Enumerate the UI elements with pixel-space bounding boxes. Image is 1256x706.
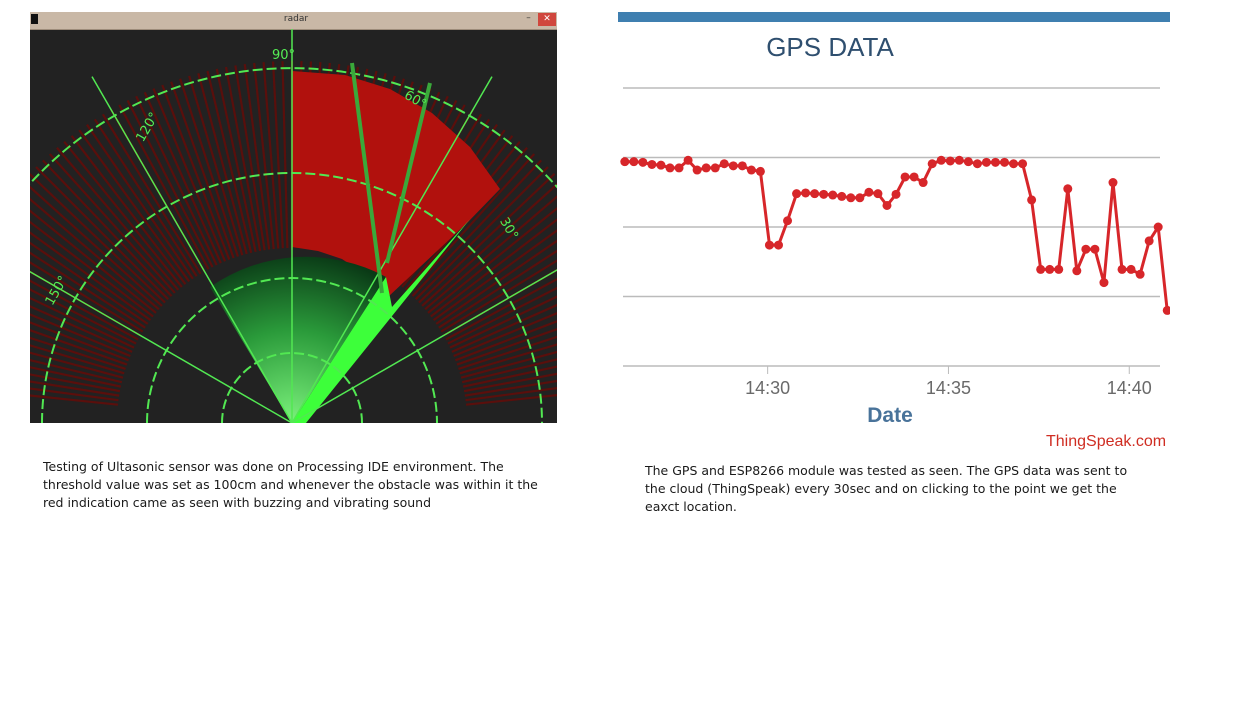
gps-data-point[interactable]	[918, 178, 928, 188]
gps-data-point[interactable]	[1099, 278, 1109, 288]
gps-data-point[interactable]	[1045, 264, 1055, 274]
radar-display: 90° 60° 30° 120° 150°	[30, 29, 557, 423]
gps-data-point[interactable]	[972, 159, 982, 169]
gps-data-point[interactable]	[846, 193, 856, 203]
gps-data-point[interactable]	[719, 159, 729, 169]
gps-data-point[interactable]	[810, 189, 820, 199]
gps-data-point[interactable]	[629, 157, 639, 167]
gps-data-point[interactable]	[1144, 236, 1154, 246]
gps-data-point[interactable]	[656, 160, 666, 170]
gps-data-point[interactable]	[683, 155, 693, 165]
gps-data-point[interactable]	[936, 155, 946, 165]
gps-data-point[interactable]	[728, 161, 738, 171]
x-axis-title: Date	[867, 404, 913, 427]
gps-data-point[interactable]	[954, 155, 964, 165]
gps-data-point[interactable]	[746, 165, 756, 175]
gps-data-point[interactable]	[1081, 244, 1091, 254]
gps-data-point[interactable]	[710, 163, 720, 173]
chart-gridlines	[623, 87, 1160, 367]
gps-data-point[interactable]	[900, 172, 910, 182]
angle-label-90: 90°	[272, 48, 295, 63]
gps-data-point[interactable]	[1054, 264, 1064, 274]
window-titlebar[interactable]: radar – ✕	[30, 12, 557, 30]
gps-data-point[interactable]	[764, 240, 774, 250]
gps-data-point[interactable]	[792, 189, 802, 199]
minimize-button[interactable]: –	[524, 14, 533, 24]
gps-data-point[interactable]	[1126, 264, 1136, 274]
gps-data-point[interactable]	[701, 163, 711, 173]
gps-data-point[interactable]	[855, 193, 865, 203]
gps-data-point[interactable]	[1009, 159, 1019, 169]
gps-data-point[interactable]	[963, 157, 973, 167]
gps-data-point[interactable]	[1117, 264, 1127, 274]
gps-data-point[interactable]	[755, 166, 765, 176]
gps-data-point[interactable]	[1153, 222, 1163, 232]
gps-data-point[interactable]	[1135, 269, 1145, 279]
gps-data-point[interactable]	[647, 159, 657, 169]
gps-data-point[interactable]	[864, 187, 874, 197]
gps-data-point[interactable]	[773, 240, 783, 250]
gps-series-points	[620, 155, 1170, 315]
gps-data-point[interactable]	[783, 216, 793, 226]
radar-band-spoke	[271, 61, 284, 249]
gps-data-point[interactable]	[873, 189, 883, 199]
gps-data-point[interactable]	[909, 172, 919, 182]
window-title: radar	[283, 14, 309, 24]
radar-window: radar – ✕ 90° 60° 30° 120° 150°	[30, 12, 557, 423]
gps-data-point[interactable]	[1063, 184, 1073, 194]
gps-data-point[interactable]	[837, 191, 847, 201]
chart-header-bar	[618, 12, 1170, 22]
gps-data-point[interactable]	[990, 157, 1000, 167]
gps-data-point[interactable]	[692, 165, 702, 175]
gps-data-point[interactable]	[638, 157, 648, 167]
gps-data-point[interactable]	[1072, 266, 1082, 276]
gps-data-point[interactable]	[1036, 264, 1046, 274]
gps-data-point[interactable]	[927, 159, 937, 169]
gps-line-chart: 14:30 14:35 14:40	[620, 87, 1170, 398]
radar-band-spoke	[30, 358, 123, 384]
gps-data-point[interactable]	[665, 163, 675, 173]
gps-data-point[interactable]	[1018, 159, 1028, 169]
x-tick-label: 14:40	[1107, 378, 1152, 398]
gps-data-point[interactable]	[891, 189, 901, 199]
gps-data-point[interactable]	[981, 157, 991, 167]
gps-series-line	[624, 158, 1169, 311]
gps-data-point[interactable]	[828, 190, 838, 200]
x-tick-label: 14:35	[926, 378, 971, 398]
app-icon	[31, 14, 38, 24]
gps-data-point[interactable]	[1027, 195, 1037, 205]
chart-title: GPS DATA	[766, 32, 894, 62]
x-axis-ticks: 14:30 14:35 14:40	[745, 366, 1152, 398]
gps-test-caption: The GPS and ESP8266 module was tested as…	[645, 463, 1128, 514]
thingspeak-brand-link[interactable]: ThingSpeak.com	[1046, 433, 1166, 451]
gps-data-point[interactable]	[945, 156, 955, 166]
gps-data-point[interactable]	[1090, 244, 1100, 254]
gps-data-point[interactable]	[1162, 305, 1170, 315]
gps-data-point[interactable]	[882, 200, 892, 210]
gps-data-point[interactable]	[620, 157, 630, 167]
radar-band-spoke	[281, 61, 289, 249]
gps-data-point[interactable]	[1108, 178, 1118, 188]
gps-data-point[interactable]	[801, 188, 811, 198]
close-button[interactable]: ✕	[538, 13, 556, 26]
x-tick-label: 14:30	[745, 378, 790, 398]
gps-data-point[interactable]	[819, 189, 829, 199]
radar-test-caption: Testing of Ultasonic sensor was done on …	[43, 459, 538, 510]
gps-data-point[interactable]	[1000, 157, 1010, 167]
gps-data-point[interactable]	[737, 161, 747, 171]
gps-data-point[interactable]	[674, 163, 684, 173]
radar-band-spoke	[179, 78, 239, 257]
